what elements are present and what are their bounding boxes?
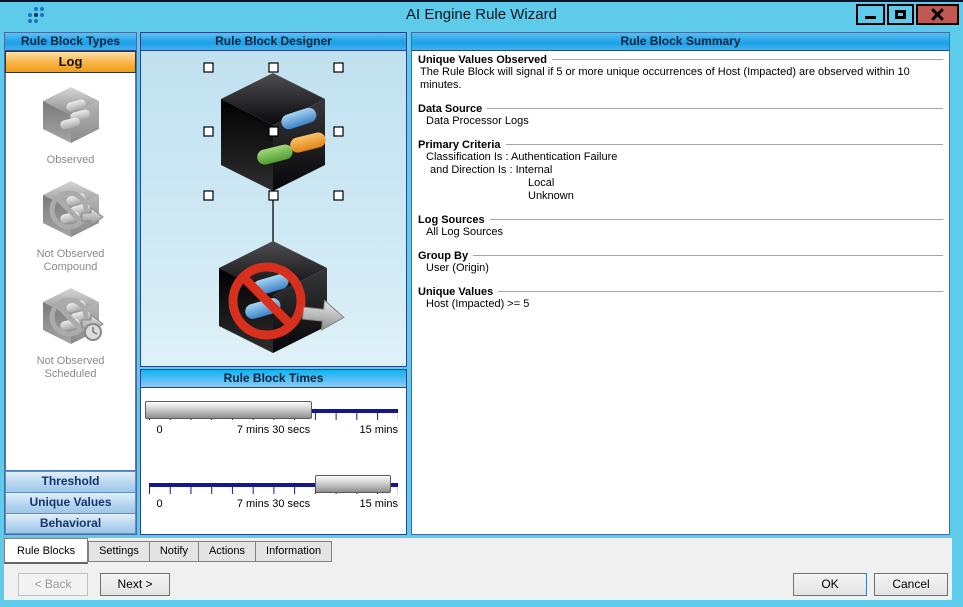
tab-notify[interactable]: Notify (150, 541, 199, 562)
type-item-not-observed-compound[interactable]: Not Observed Compound (6, 177, 135, 274)
slider-labels: 0 7 mins 30 secs 15 mins (149, 498, 398, 512)
section-title-group-by: Group By (418, 250, 943, 262)
summary-text: The Rule Block will signal if 5 or more … (420, 66, 943, 92)
type-item-label: Not Observed Scheduled (6, 355, 135, 381)
section-title-log-sources: Log Sources (418, 214, 943, 226)
maximize-icon[interactable] (887, 4, 914, 25)
back-button[interactable]: < Back (18, 573, 88, 596)
type-item-label: Observed (6, 154, 135, 167)
clock-icon (85, 324, 101, 340)
summary-text: Classification Is : Authentication Failu… (426, 151, 943, 164)
bottom-bar: Rule Blocks Settings Notify Actions Info… (4, 538, 952, 600)
rule-block-designer-panel: Rule Block Designer (140, 32, 407, 367)
slider-range-handle[interactable] (315, 475, 392, 493)
titlebar: AI Engine Rule Wizard (0, 2, 963, 30)
tab-rule-blocks[interactable]: Rule Blocks (4, 538, 88, 564)
minimize-icon[interactable] (856, 4, 885, 25)
slider-labels: 0 7 mins 30 secs 15 mins (149, 424, 398, 438)
rule-block-times-panel: Rule Block Times 0 7 mins 30 secs 15 min… (140, 369, 407, 535)
time-slider-2: 0 7 mins 30 secs 15 mins (141, 466, 406, 508)
tick-label-end: 15 mins (359, 424, 398, 436)
not-observed-scheduled-cube-icon (36, 284, 106, 348)
rule-block-times-header: Rule Block Times (141, 370, 406, 388)
log-category-button[interactable]: Log (5, 51, 136, 73)
rule-block-types-panel: Rule Block Types Log Observed Not Observ… (4, 32, 137, 535)
summary-text: User (Origin) (426, 262, 943, 275)
tab-actions[interactable]: Actions (199, 541, 256, 562)
accordion-unique-values[interactable]: Unique Values (5, 492, 136, 513)
next-button[interactable]: Next > (100, 573, 170, 596)
summary-body: Unique Values Observed The Rule Block wi… (412, 51, 949, 311)
observed-cube-icon (36, 83, 106, 147)
time-slider-1: 0 7 mins 30 secs 15 mins (141, 392, 406, 434)
wizard-tabs: Rule Blocks Settings Notify Actions Info… (4, 538, 332, 563)
slider-range-handle[interactable] (145, 401, 312, 419)
section-title-unique-values: Unique Values (418, 286, 943, 298)
summary-text: All Log Sources (426, 226, 943, 239)
accordion-behavioral[interactable]: Behavioral (5, 513, 136, 534)
tick-label-mid: 7 mins 30 secs (237, 498, 310, 510)
summary-text: and Direction Is : Internal (430, 164, 943, 177)
rule-block-summary-panel: Rule Block Summary Unique Values Observe… (411, 32, 950, 535)
not-observed-compound-cube-icon (36, 177, 106, 241)
summary-text: Unknown (528, 190, 943, 203)
log-not-observed-block[interactable] (219, 241, 345, 353)
tick-label-end: 15 mins (359, 498, 398, 510)
tab-information[interactable]: Information (256, 541, 332, 562)
cancel-button[interactable]: Cancel (874, 573, 948, 596)
summary-text: Data Processor Logs (426, 115, 943, 128)
section-title-unique-values-observed: Unique Values Observed (418, 54, 943, 66)
tick-label-mid: 7 mins 30 secs (237, 424, 310, 436)
tick-label-start: 0 (156, 498, 162, 510)
ok-button[interactable]: OK (793, 573, 867, 596)
rule-block-types-header: Rule Block Types (5, 33, 136, 51)
type-item-observed[interactable]: Observed (6, 83, 135, 167)
accordion-threshold[interactable]: Threshold (5, 471, 136, 492)
rule-block-designer-header: Rule Block Designer (141, 33, 406, 51)
designer-canvas[interactable] (141, 51, 406, 366)
ai-engine-rule-wizard-window: AI Engine Rule Wizard Rule Block Types L… (0, 0, 963, 607)
type-item-not-observed-scheduled[interactable]: Not Observed Scheduled (6, 284, 135, 381)
rule-block-type-list: Observed Not Observed Compound Not Obser… (5, 73, 136, 471)
close-icon[interactable] (916, 4, 959, 25)
type-item-label: Not Observed Compound (6, 248, 135, 274)
section-title-data-source: Data Source (418, 103, 943, 115)
tab-settings[interactable]: Settings (88, 541, 150, 562)
section-title-primary-criteria: Primary Criteria (418, 139, 943, 151)
rule-block-summary-header: Rule Block Summary (412, 33, 949, 51)
summary-text: Host (Impacted) >= 5 (426, 298, 943, 311)
summary-text: Local (528, 177, 943, 190)
tick-label-start: 0 (156, 424, 162, 436)
window-title: AI Engine Rule Wizard (0, 6, 963, 23)
